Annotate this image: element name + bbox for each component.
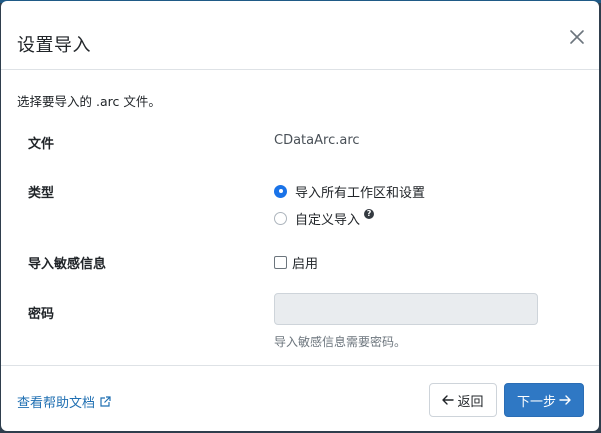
radio-import-all[interactable]: 导入所有工作区和设置 — [274, 182, 426, 201]
import-settings-dialog: 设置导入 选择要导入的 .arc 文件。 文件 CDataArc.arc 类型 … — [1, 1, 599, 431]
next-button-label: 下一步 — [516, 394, 556, 410]
external-link-icon — [100, 395, 111, 407]
password-label: 密码 — [28, 307, 55, 322]
sensitive-label: 导入敏感信息 — [28, 257, 107, 272]
radio-import-all-label: 导入所有工作区和设置 — [295, 185, 426, 201]
radio-unchecked-icon[interactable] — [274, 211, 287, 225]
next-button[interactable]: 下一步 — [504, 383, 584, 417]
radio-checked-icon[interactable] — [274, 184, 287, 198]
radio-custom-import-label: 自定义导入 — [295, 212, 361, 228]
arrow-left-icon — [442, 395, 455, 405]
help-docs-link-label: 查看帮助文档 — [17, 396, 96, 411]
help-icon[interactable]: ? — [364, 209, 375, 219]
type-label: 类型 — [28, 186, 55, 201]
file-value: CDataArc.arc — [274, 133, 360, 148]
dialog-header: 设置导入 — [1, 1, 599, 70]
arrow-right-icon — [559, 395, 571, 405]
password-hint: 导入敏感信息需要密码。 — [274, 335, 407, 349]
close-button[interactable] — [567, 27, 587, 47]
radio-custom-import[interactable]: 自定义导入 ? — [274, 209, 375, 228]
dialog-title: 设置导入 — [17, 35, 91, 56]
intro-text: 选择要导入的 .arc 文件。 — [17, 94, 161, 109]
close-icon — [570, 30, 584, 44]
back-button-label: 返回 — [457, 394, 484, 410]
file-label: 文件 — [28, 137, 55, 152]
enable-checkbox-label: 启用 — [292, 257, 319, 272]
dialog-footer: 查看帮助文档 返回 下一步 — [1, 365, 599, 431]
enable-checkbox-row[interactable]: 启用 — [274, 253, 318, 272]
password-field[interactable] — [274, 293, 538, 325]
help-docs-link[interactable]: 查看帮助文档 — [17, 392, 111, 411]
back-button[interactable]: 返回 — [429, 383, 497, 417]
enable-checkbox[interactable] — [274, 256, 287, 269]
